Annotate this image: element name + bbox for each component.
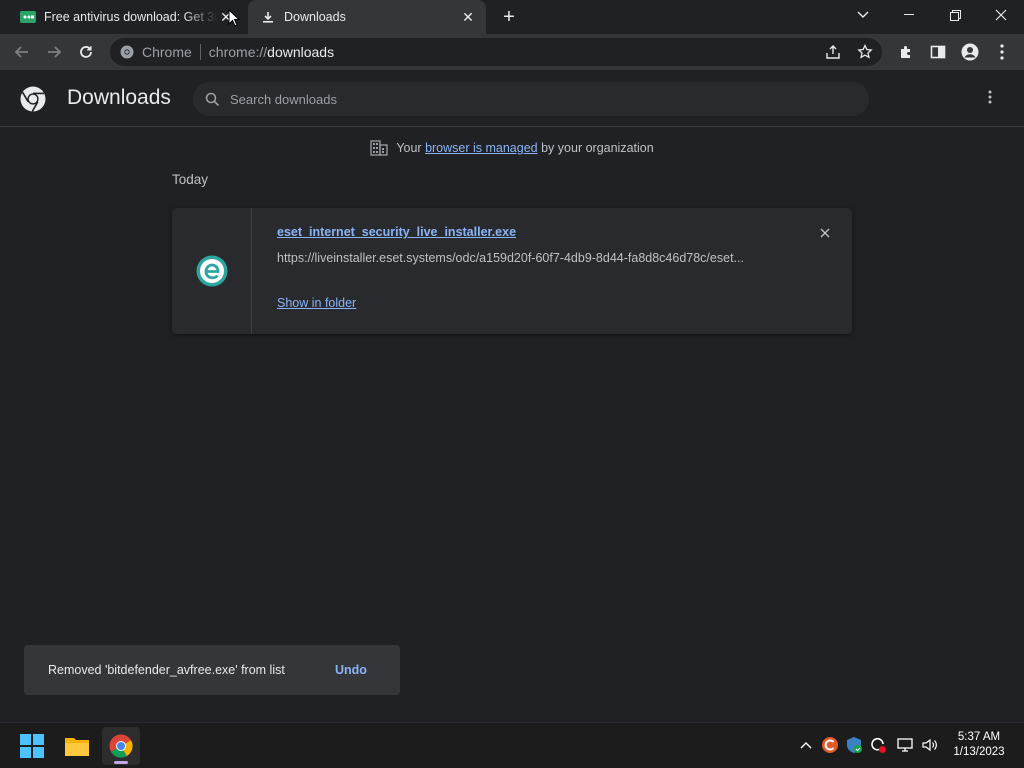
date-section-label: Today bbox=[172, 172, 209, 187]
restore-icon[interactable] bbox=[932, 0, 978, 30]
removed-toast: Removed 'bitdefender_avfree.exe' from li… bbox=[24, 645, 400, 695]
bookmark-star-icon[interactable] bbox=[857, 44, 873, 60]
search-input[interactable] bbox=[230, 91, 830, 107]
browser-menu-icon[interactable] bbox=[988, 38, 1016, 66]
file-name-link[interactable]: eset_internet_security_live_installer.ex… bbox=[277, 225, 516, 239]
chrome-site-icon bbox=[120, 45, 134, 59]
clock-date: 1/13/2023 bbox=[953, 746, 1005, 758]
tab-antivirus[interactable]: Free antivirus download: Get 30- ✕ bbox=[8, 0, 244, 34]
extensions-puzzle-icon[interactable] bbox=[892, 38, 920, 66]
side-panel-icon[interactable] bbox=[924, 38, 952, 66]
site-label: Chrome bbox=[142, 44, 192, 60]
show-hidden-icons-chevron-icon[interactable] bbox=[796, 735, 816, 755]
minimize-icon[interactable] bbox=[886, 0, 932, 30]
windows-start-icon[interactable] bbox=[13, 727, 51, 765]
download-icon bbox=[260, 9, 276, 25]
file-explorer-icon[interactable] bbox=[58, 727, 96, 765]
file-source-url[interactable]: https://liveinstaller.eset.systems/odc/a… bbox=[277, 251, 777, 265]
mouse-cursor-icon bbox=[228, 8, 241, 32]
address-bar[interactable]: Chrome chrome://downloads bbox=[110, 38, 882, 66]
search-icon bbox=[205, 92, 220, 107]
share-icon[interactable] bbox=[825, 44, 841, 60]
close-window-icon[interactable] bbox=[978, 0, 1024, 30]
system-clock[interactable]: 5:37 AM 1/13/2023 bbox=[944, 730, 1014, 760]
search-field[interactable] bbox=[193, 82, 869, 116]
tab-close-icon[interactable]: ✕ bbox=[460, 9, 476, 25]
file-icon-column bbox=[172, 208, 252, 334]
toast-message: Removed 'bitdefender_avfree.exe' from li… bbox=[48, 663, 285, 677]
security-shield-icon[interactable] bbox=[844, 735, 864, 755]
browser-managed-link[interactable]: browser is managed bbox=[425, 141, 538, 155]
browser-toolbar: Chrome chrome://downloads bbox=[0, 34, 1024, 70]
forward-arrow-icon[interactable] bbox=[40, 38, 68, 66]
tab-downloads[interactable]: Downloads ✕ bbox=[248, 0, 486, 34]
tab-favicon-icon bbox=[20, 9, 36, 25]
new-tab-icon[interactable]: + bbox=[498, 6, 520, 28]
divider bbox=[199, 44, 201, 60]
remove-download-icon[interactable] bbox=[816, 224, 834, 242]
undo-button[interactable]: Undo bbox=[335, 663, 367, 677]
active-app-indicator bbox=[114, 761, 128, 764]
managed-prefix: Your bbox=[396, 141, 422, 155]
network-icon[interactable] bbox=[896, 735, 916, 755]
chrome-taskbar-icon[interactable] bbox=[102, 727, 140, 765]
download-item: eset_internet_security_live_installer.ex… bbox=[172, 208, 852, 334]
reload-icon[interactable] bbox=[72, 38, 100, 66]
managed-suffix: by your organization bbox=[541, 141, 654, 155]
tab-title: Downloads bbox=[284, 10, 346, 24]
show-in-folder-link[interactable]: Show in folder bbox=[277, 296, 356, 310]
chrome-logo-icon bbox=[20, 86, 46, 117]
tab-title: Free antivirus download: Get 30- bbox=[44, 10, 218, 24]
building-icon bbox=[370, 140, 388, 156]
sync-alert-icon[interactable] bbox=[868, 735, 888, 755]
clock-time: 5:37 AM bbox=[957, 731, 1001, 743]
url-scheme: chrome:// bbox=[208, 44, 268, 60]
windows-taskbar: 5:37 AM 1/13/2023 bbox=[0, 722, 1024, 768]
tab-search-icon[interactable] bbox=[840, 0, 886, 30]
ccleaner-tray-icon[interactable] bbox=[820, 735, 840, 755]
profile-avatar-icon[interactable] bbox=[956, 38, 984, 66]
page-title: Downloads bbox=[67, 86, 171, 109]
volume-icon[interactable] bbox=[920, 735, 940, 755]
url-path: downloads bbox=[267, 44, 335, 60]
back-arrow-icon[interactable] bbox=[8, 38, 36, 66]
managed-notice: Your browser is managed by your organiza… bbox=[0, 140, 1024, 156]
tab-strip: Free antivirus download: Get 30- ✕ Downl… bbox=[0, 0, 1024, 34]
eset-file-icon bbox=[196, 255, 228, 287]
page-menu-icon[interactable] bbox=[982, 90, 998, 106]
downloads-header: Downloads bbox=[0, 70, 1024, 127]
